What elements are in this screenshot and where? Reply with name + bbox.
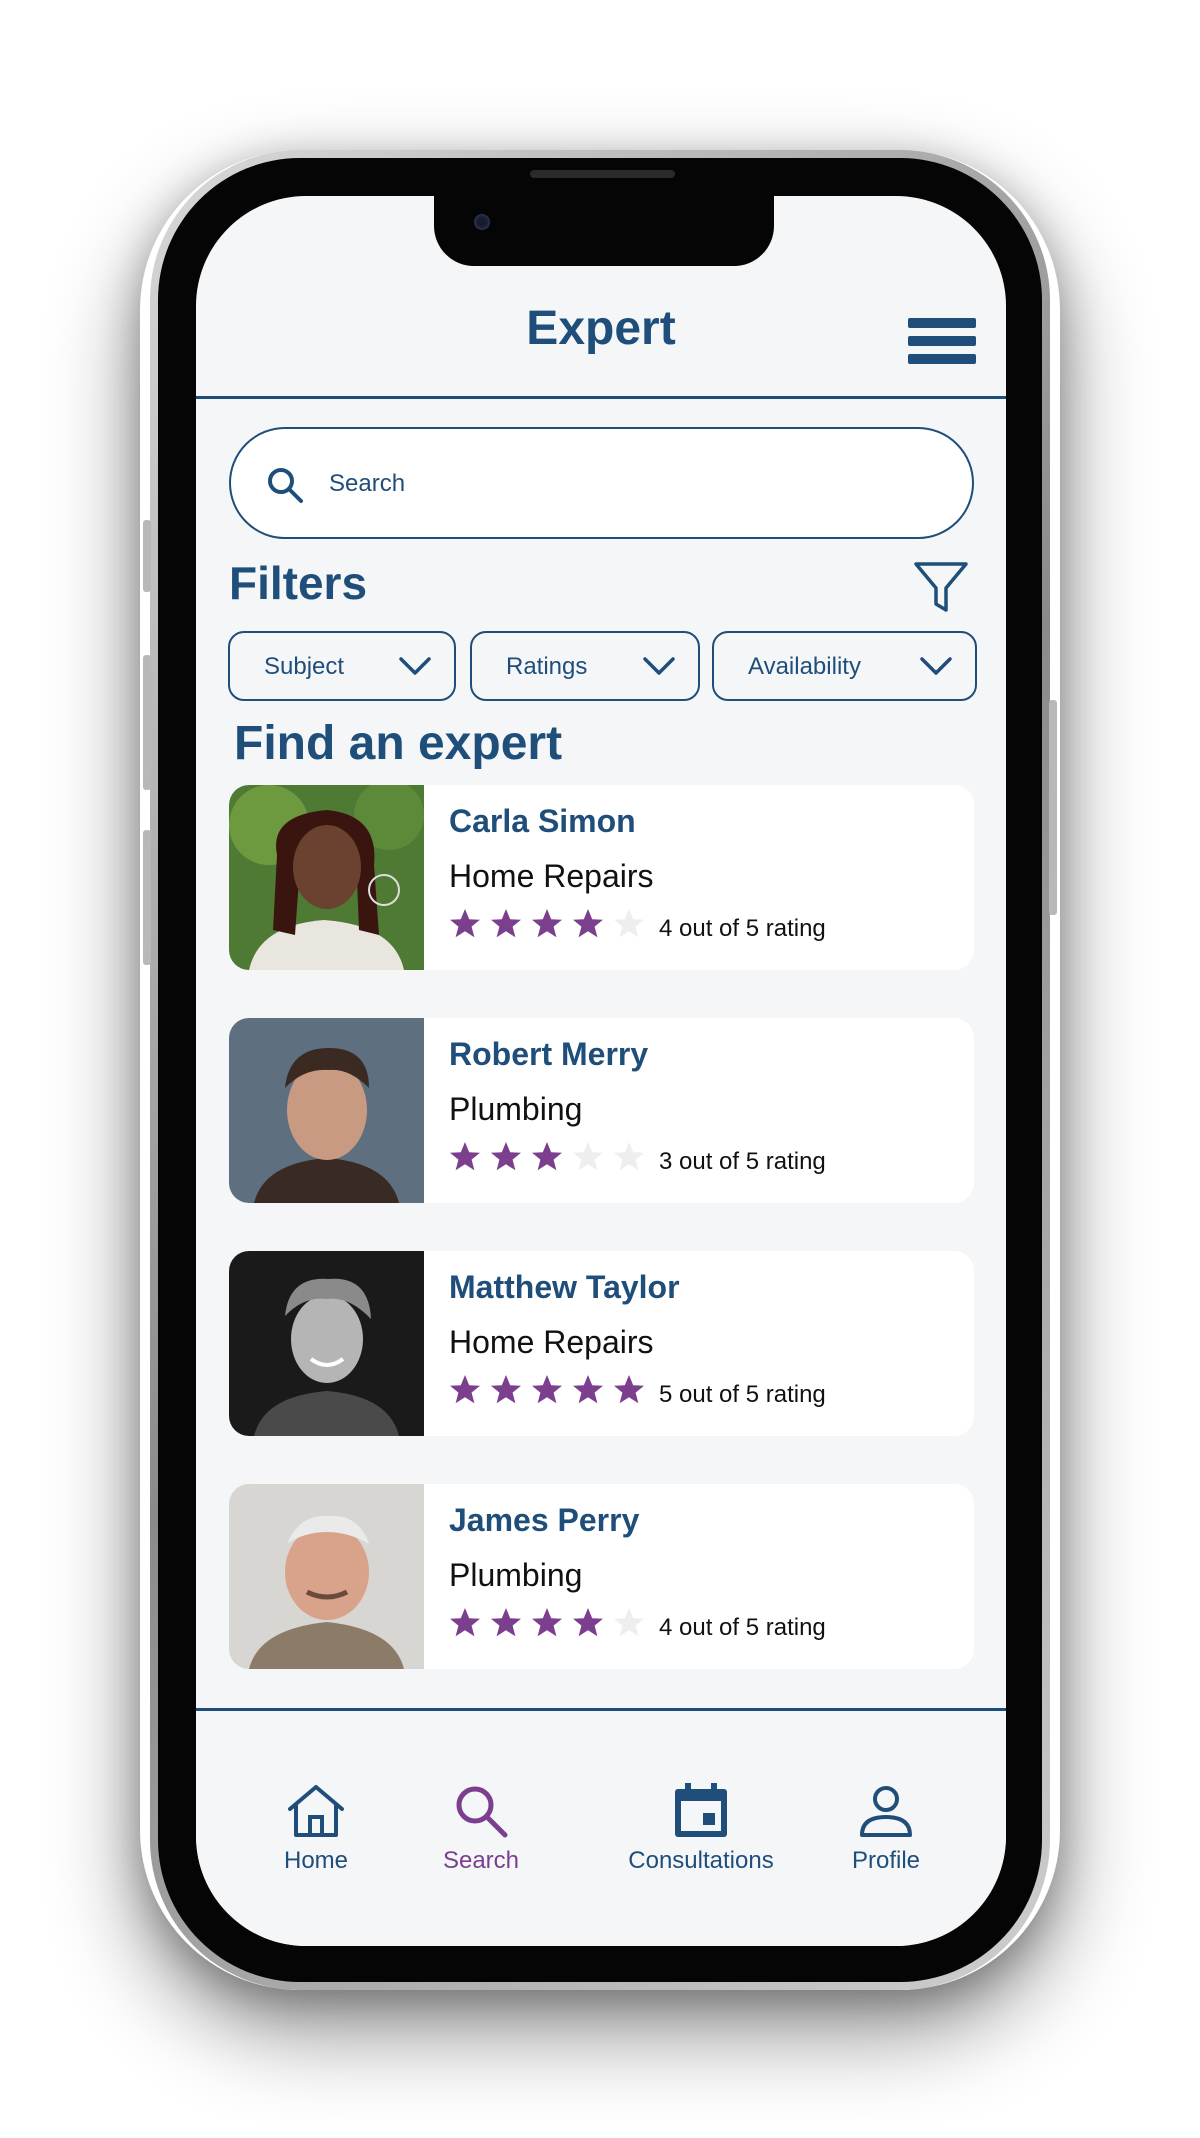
expert-card-robert-merry[interactable]: Robert Merry Plumbing 3 out of 5 rating [229, 1018, 974, 1203]
star-rating [449, 1607, 654, 1647]
hamburger-menu-icon[interactable] [908, 318, 976, 370]
star-icon [491, 1142, 521, 1171]
app-header: Expert [196, 296, 1006, 399]
expert-category: Home Repairs [449, 858, 654, 894]
search-input[interactable]: Search [229, 427, 974, 539]
chevron-down-icon [643, 657, 675, 675]
expert-name: Robert Merry [449, 1036, 649, 1072]
star-icon [450, 1375, 480, 1404]
star-icon [573, 909, 603, 938]
star-icon [491, 1375, 521, 1404]
ratings-filter-label: Ratings [506, 653, 588, 680]
rating-text: 4 out of 5 rating [659, 915, 826, 942]
star-icon [573, 1142, 603, 1171]
expert-category: Plumbing [449, 1557, 583, 1593]
star-icon [532, 1142, 562, 1171]
expert-card-matthew-taylor[interactable]: Matthew Taylor Home Repairs 5 out of 5 r… [229, 1251, 974, 1436]
star-icon [614, 1375, 644, 1404]
nav-search[interactable]: Search [421, 1779, 541, 1875]
funnel-filter-icon[interactable] [912, 558, 970, 616]
rating-text: 3 out of 5 rating [659, 1148, 826, 1175]
person-icon [860, 1786, 912, 1837]
star-icon [614, 909, 644, 938]
availability-filter-label: Availability [748, 653, 861, 680]
expert-card-carla-simon[interactable]: Carla Simon Home Repairs 4 out of 5 rati… [229, 785, 974, 970]
bottom-navigation: Home Search Consultations Profile [196, 1708, 1006, 1946]
front-camera [474, 214, 490, 230]
star-icon [532, 1375, 562, 1404]
subject-filter-label: Subject [264, 653, 345, 680]
expert-name: Carla Simon [449, 803, 636, 839]
volume-up-button [143, 655, 151, 790]
star-icon [532, 909, 562, 938]
screen: Expert Search Filters Subject Ratings Av… [196, 196, 1006, 1946]
nav-consultations[interactable]: Consultations [596, 1779, 806, 1875]
expert-category: Plumbing [449, 1091, 583, 1127]
calendar-icon [675, 1783, 727, 1837]
rating-text: 5 out of 5 rating [659, 1381, 826, 1408]
notch [434, 196, 774, 266]
star-icon [450, 1142, 480, 1171]
rating-text: 4 out of 5 rating [659, 1614, 826, 1641]
star-rating [449, 908, 654, 948]
subject-filter-dropdown[interactable]: Subject [228, 631, 456, 701]
filters-heading: Filters [229, 557, 368, 609]
mute-switch [143, 520, 151, 592]
expert-photo [229, 1251, 424, 1436]
star-icon [573, 1375, 603, 1404]
star-rating [449, 1141, 654, 1181]
expert-category: Home Repairs [449, 1324, 654, 1360]
search-icon [456, 1786, 508, 1838]
expert-name: Matthew Taylor [449, 1269, 680, 1305]
nav-profile-label: Profile [851, 1847, 921, 1874]
page-title: Expert [526, 302, 676, 355]
find-expert-heading: Find an expert [234, 717, 563, 770]
star-rating [449, 1374, 654, 1414]
star-icon [491, 909, 521, 938]
power-button [1049, 700, 1057, 915]
expert-photo [229, 1018, 424, 1203]
chevron-down-icon [399, 657, 431, 675]
expert-photo [229, 785, 424, 970]
search-icon [268, 468, 303, 503]
star-icon [491, 1608, 521, 1637]
star-icon [614, 1608, 644, 1637]
earpiece-speaker [530, 170, 675, 178]
ratings-filter-dropdown[interactable]: Ratings [470, 631, 700, 701]
nav-consultations-label: Consultations [628, 1847, 774, 1874]
expert-photo [229, 1484, 424, 1669]
star-icon [573, 1608, 603, 1637]
expert-name: James Perry [449, 1502, 640, 1538]
star-icon [532, 1608, 562, 1637]
nav-search-label: Search [442, 1847, 520, 1874]
search-placeholder: Search [329, 470, 406, 497]
star-icon [450, 1608, 480, 1637]
nav-home-label: Home [283, 1847, 349, 1874]
expert-card-james-perry[interactable]: James Perry Plumbing 4 out of 5 rating [229, 1484, 974, 1669]
star-icon [614, 1142, 644, 1171]
nav-home[interactable]: Home [256, 1779, 376, 1875]
chevron-down-icon [920, 657, 952, 675]
star-icon [450, 909, 480, 938]
volume-down-button [143, 830, 151, 965]
nav-profile[interactable]: Profile [826, 1779, 946, 1875]
home-icon [288, 1785, 344, 1837]
availability-filter-dropdown[interactable]: Availability [712, 631, 977, 701]
